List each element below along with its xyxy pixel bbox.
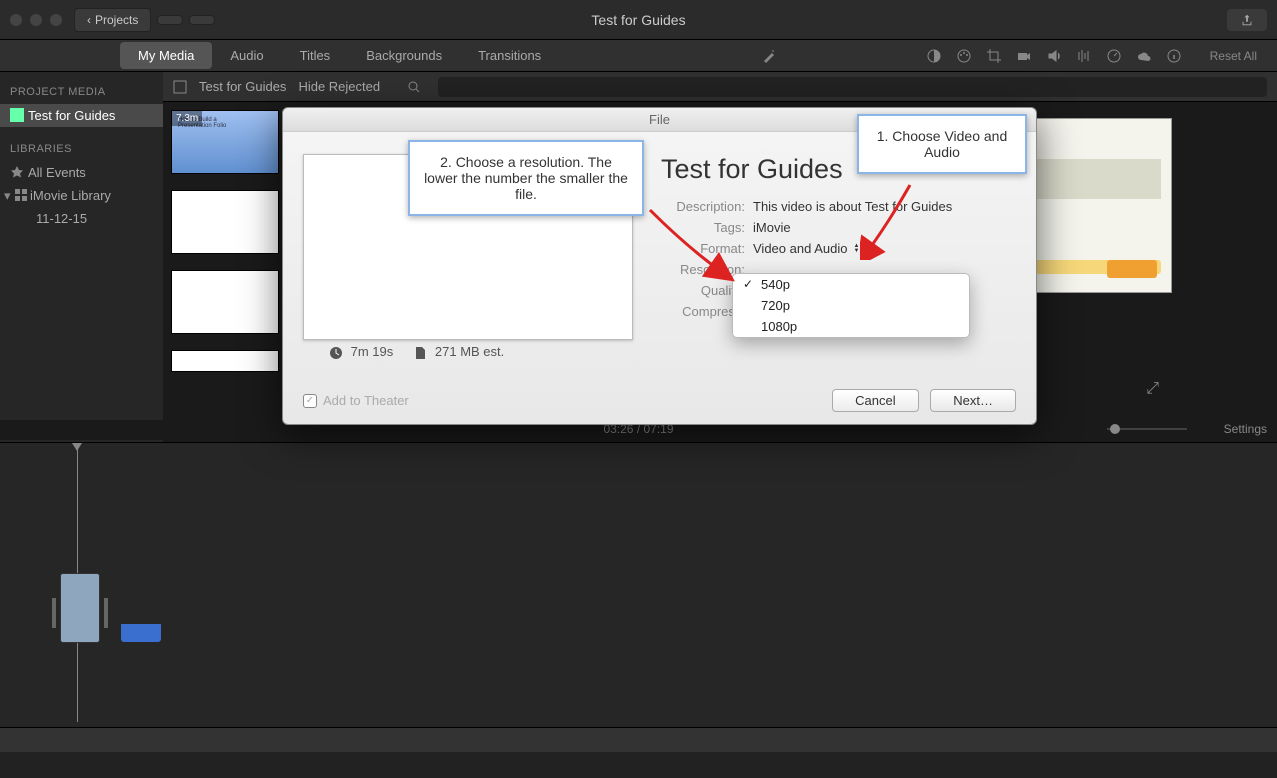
clip-thumbnail[interactable] — [171, 270, 279, 334]
add-to-theater-label: Add to Theater — [323, 393, 409, 408]
tab-audio[interactable]: Audio — [212, 42, 281, 69]
browser-title: Test for Guides — [199, 79, 286, 94]
traffic-lights[interactable] — [10, 14, 62, 26]
window-title-bar: ‹ Projects Test for Guides — [0, 0, 1277, 40]
description-field[interactable]: This video is about Test for Guides — [753, 199, 952, 214]
list-view-icon[interactable] — [173, 80, 187, 94]
export-filesize: 271 MB est. — [435, 344, 504, 359]
resolution-540p-label: 540p — [761, 277, 790, 292]
arrow-annotation-1 — [860, 180, 920, 260]
minimize-window-icon[interactable] — [30, 14, 42, 26]
sidebar-heading-project-media: PROJECT MEDIA — [0, 80, 163, 104]
callout-step-2: 2. Choose a resolution. The lower the nu… — [408, 140, 644, 216]
tags-field[interactable]: iMovie — [753, 220, 791, 235]
checkmark-icon: ✓ — [743, 277, 753, 291]
clip-duration-badge: 7.3m — [172, 111, 202, 126]
window-title: Test for Guides — [591, 12, 685, 28]
clapboard-icon — [10, 108, 24, 122]
hide-rejected-label: Hide Rejected — [298, 79, 380, 94]
adjustment-toolbar: Reset All — [926, 48, 1257, 64]
clip-thumbnail[interactable] — [171, 350, 279, 372]
tab-transitions[interactable]: Transitions — [460, 42, 559, 69]
zoom-slider[interactable] — [1107, 423, 1187, 438]
clip-audio-track — [121, 624, 161, 642]
back-to-projects-button[interactable]: ‹ Projects — [74, 8, 151, 32]
settings-button[interactable]: Settings — [1224, 422, 1267, 436]
resolution-option-540p[interactable]: ✓ 540p — [733, 274, 969, 295]
cancel-button[interactable]: Cancel — [832, 389, 918, 412]
file-icon — [413, 346, 427, 360]
browser-top-bar: Test for Guides Hide Rejected ▲▼ — [163, 72, 1277, 102]
equalizer-icon[interactable] — [1076, 48, 1092, 64]
clip-thumbnail[interactable] — [171, 190, 279, 254]
disclosure-triangle-icon[interactable]: ▾ — [4, 188, 11, 204]
sidebar-item-all-events[interactable]: All Events — [0, 161, 163, 184]
preview-amber-button — [1107, 260, 1157, 278]
timeline-bottom-bar — [0, 727, 1277, 752]
updown-icon: ▲▼ — [384, 88, 396, 93]
resolution-dropdown[interactable]: ✓ 540p 720p 1080p — [732, 273, 970, 338]
sidebar-all-events-label: All Events — [28, 165, 86, 180]
sidebar-imovie-lib-label: iMovie Library — [30, 188, 111, 203]
next-button[interactable]: Next… — [930, 389, 1016, 412]
sidebar: PROJECT MEDIA Test for Guides LIBRARIES … — [0, 72, 163, 442]
tab-my-media[interactable]: My Media — [120, 42, 212, 69]
resolution-option-720p[interactable]: 720p — [733, 295, 969, 316]
grid-icon — [14, 188, 28, 202]
crop-icon[interactable] — [986, 48, 1002, 64]
sidebar-item-imovie-lib[interactable]: ▾ iMovie Library — [0, 184, 163, 207]
tab-titles[interactable]: Titles — [282, 42, 349, 69]
reset-all-button[interactable]: Reset All — [1210, 49, 1257, 63]
chevron-left-icon: ‹ — [87, 13, 91, 27]
sidebar-item-project[interactable]: Test for Guides — [0, 104, 163, 127]
sidebar-item-date-event[interactable]: 11-12-15 — [0, 207, 163, 230]
format-select[interactable]: Video and Audio ▲▼ — [753, 241, 859, 256]
export-info-row: 7m 19s 271 MB est. — [303, 340, 633, 364]
tab-backgrounds[interactable]: Backgrounds — [348, 42, 460, 69]
updown-icon: ▲▼ — [853, 244, 859, 254]
share-button[interactable] — [1227, 9, 1267, 31]
close-window-icon[interactable] — [10, 14, 22, 26]
info-icon[interactable] — [1166, 48, 1182, 64]
expand-icon[interactable]: ⤢ — [1146, 380, 1159, 398]
clip-thumbnail[interactable]: 7.3m How to Build a Presentation Folio — [171, 110, 279, 174]
clip-handle-left[interactable] — [52, 598, 56, 628]
clip-handle-right[interactable] — [104, 598, 108, 628]
star-icon — [10, 165, 24, 179]
volume-icon[interactable] — [1046, 48, 1062, 64]
search-input[interactable] — [438, 77, 1267, 97]
layout-button-1[interactable] — [157, 15, 183, 25]
callout-step-1: 1. Choose Video and Audio — [857, 114, 1027, 174]
hide-rejected-select[interactable]: Hide Rejected ▲▼ — [298, 79, 395, 94]
search-icon[interactable] — [408, 81, 420, 93]
camera-icon[interactable] — [1016, 48, 1032, 64]
clock-icon — [329, 346, 343, 360]
import-button[interactable] — [189, 15, 215, 25]
timeline[interactable]: ♫ — [0, 442, 1277, 752]
export-duration: 7m 19s — [351, 344, 394, 359]
add-to-theater-checkbox[interactable]: ✓ — [303, 394, 317, 408]
back-label: Projects — [95, 13, 138, 27]
sidebar-project-label: Test for Guides — [28, 108, 115, 123]
timeline-clip[interactable] — [60, 573, 100, 643]
contrast-icon[interactable] — [926, 48, 942, 64]
cloud-icon[interactable] — [1136, 48, 1152, 64]
format-value: Video and Audio — [753, 241, 847, 256]
arrow-annotation-2 — [640, 200, 740, 290]
magic-wand-icon[interactable] — [761, 48, 777, 64]
resolution-option-1080p[interactable]: 1080p — [733, 316, 969, 337]
speed-icon[interactable] — [1106, 48, 1122, 64]
zoom-window-icon[interactable] — [50, 14, 62, 26]
palette-icon[interactable] — [956, 48, 972, 64]
share-icon — [1240, 13, 1254, 27]
sidebar-heading-libraries: LIBRARIES — [0, 137, 163, 161]
